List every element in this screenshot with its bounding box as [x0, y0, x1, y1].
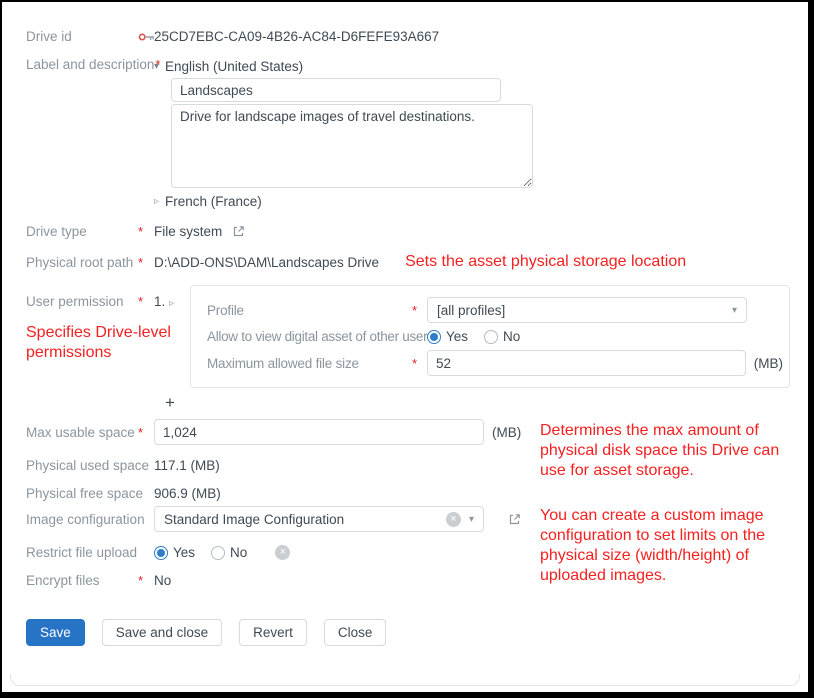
user-permission-label: User permission [26, 285, 138, 309]
physical-free-space-label: Physical free space [26, 486, 138, 501]
profile-select-value: [all profiles] [437, 303, 724, 318]
required-asterisk: * [412, 356, 427, 371]
form-row-image-configuration: Image configuration Standard Image Confi… [26, 506, 808, 532]
footer-button-bar: Save Save and close Revert Close [26, 619, 808, 646]
form-row-restrict-file-upload: Restrict file upload Yes No × [26, 545, 808, 560]
required-asterisk: * [138, 224, 154, 239]
radio-dot-icon [427, 330, 441, 344]
language-block: ▾ English (United States) Drive for land… [154, 57, 533, 211]
form-row-drive-type: Drive type * File system [26, 224, 808, 239]
user-permission-index[interactable]: 1. ▹ [154, 285, 190, 309]
drive-id-value: 25CD7EBC-CA09-4B26-AC84-D6FEFE93A667 [154, 29, 439, 44]
radio-dot-icon [154, 546, 168, 560]
physical-free-space-value: 906.9 (MB) [154, 486, 221, 501]
close-button[interactable]: Close [324, 619, 387, 646]
chevron-right-icon[interactable]: ▹ [154, 196, 159, 207]
radio-no[interactable]: No [211, 545, 247, 560]
required-asterisk: * [138, 285, 154, 309]
save-and-close-button[interactable]: Save and close [102, 619, 222, 646]
profile-label: Profile [207, 303, 412, 318]
permission-panel: Profile * [all profiles] ▾ Allow to view… [190, 285, 790, 388]
annotation-storage-location: Sets the asset physical storage location [405, 252, 686, 272]
save-button[interactable]: Save [26, 619, 85, 646]
external-link-icon[interactable] [232, 225, 245, 238]
clear-icon[interactable]: × [275, 545, 290, 560]
form-row-label-description: Label and description* ▾ English (United… [26, 57, 808, 211]
dropdown-caret-icon[interactable]: ▾ [469, 514, 474, 525]
key-icon [138, 30, 154, 44]
required-asterisk: * [138, 255, 154, 270]
required-asterisk: * [138, 573, 154, 588]
allow-view-label: Allow to view digital asset of other use… [207, 329, 427, 344]
chevron-down-icon[interactable]: ▾ [154, 61, 159, 72]
add-permission-button[interactable]: + [165, 394, 175, 412]
form-row-encrypt-files: Encrypt files * No [26, 573, 808, 588]
radio-no[interactable]: No [484, 329, 520, 344]
radio-yes[interactable]: Yes [427, 329, 468, 344]
label-description-label: Label and description* [26, 57, 138, 72]
required-asterisk: * [138, 425, 154, 440]
revert-button[interactable]: Revert [239, 619, 307, 646]
form-row-physical-root-path: Physical root path * D:\ADD-ONS\DAM\Land… [26, 252, 808, 272]
encrypt-files-label: Encrypt files [26, 573, 138, 588]
profile-select[interactable]: [all profiles] ▾ [427, 297, 747, 323]
annotation-permissions: Specifies Drive-level permissions [26, 323, 201, 363]
description-textarea[interactable]: Drive for landscape images of travel des… [171, 104, 533, 188]
max-file-size-row: Maximum allowed file size * (MB) [207, 350, 783, 376]
label-input[interactable] [171, 78, 501, 102]
radio-dot-icon [484, 330, 498, 344]
physical-used-space-value: 117.1 (MB) [154, 458, 220, 473]
max-usable-space-input[interactable] [154, 419, 484, 445]
form-row-physical-free-space: Physical free space 906.9 (MB) [26, 486, 808, 501]
form-row-max-usable-space: Max usable space * (MB) Determines the m… [26, 419, 808, 445]
form-row-add-permission: + [26, 394, 808, 412]
profile-row: Profile * [all profiles] ▾ [207, 297, 783, 323]
external-link-icon[interactable] [508, 513, 521, 526]
drive-type-label: Drive type [26, 224, 138, 239]
language-header-english: English (United States) [165, 59, 303, 74]
drive-type-value: File system [154, 224, 222, 239]
unit-label: (MB) [754, 356, 783, 371]
max-usable-space-label: Max usable space [26, 425, 138, 440]
chevron-right-icon[interactable]: ▹ [169, 298, 174, 309]
required-asterisk: * [412, 303, 427, 318]
language-toggle-french[interactable]: ▹ French (France) [154, 192, 533, 211]
form-row-user-permission: User permission * 1. ▹ Profile * [all pr… [26, 285, 808, 388]
screenshot-frame: Drive id 25CD7EBC-CA09-4B26-AC84-D6FEFE9… [0, 0, 814, 698]
max-file-size-input[interactable] [427, 350, 746, 376]
image-configuration-select[interactable]: Standard Image Configuration × ▾ [154, 506, 484, 532]
physical-root-path-value: D:\ADD-ONS\DAM\Landscapes Drive [154, 255, 379, 270]
clear-icon[interactable]: × [446, 512, 461, 527]
allow-view-row: Allow to view digital asset of other use… [207, 329, 783, 344]
image-configuration-value: Standard Image Configuration [164, 512, 446, 527]
radio-yes-label: Yes [173, 545, 195, 560]
drive-id-label: Drive id [26, 29, 138, 44]
radio-yes-label: Yes [446, 329, 468, 344]
form-row-physical-used-space: Physical used space 117.1 (MB) [26, 458, 808, 473]
restrict-file-upload-label: Restrict file upload [26, 545, 138, 560]
radio-no-label: No [503, 329, 520, 344]
dropdown-caret-icon[interactable]: ▾ [732, 305, 737, 316]
language-header-french: French (France) [165, 194, 262, 209]
encrypt-files-value: No [154, 573, 171, 588]
max-file-size-label: Maximum allowed file size [207, 356, 412, 371]
image-configuration-label: Image configuration [26, 512, 138, 527]
radio-no-label: No [230, 545, 247, 560]
language-toggle-english[interactable]: ▾ English (United States) [154, 57, 533, 76]
radio-dot-icon [211, 546, 225, 560]
drive-settings-form: Drive id 25CD7EBC-CA09-4B26-AC84-D6FEFE9… [2, 2, 808, 646]
radio-yes[interactable]: Yes [154, 545, 195, 560]
panel-bottom-edge [10, 674, 800, 686]
unit-label: (MB) [492, 425, 521, 440]
physical-root-path-label: Physical root path [26, 255, 138, 270]
form-row-drive-id: Drive id 25CD7EBC-CA09-4B26-AC84-D6FEFE9… [26, 29, 808, 44]
physical-used-space-label: Physical used space [26, 458, 138, 473]
